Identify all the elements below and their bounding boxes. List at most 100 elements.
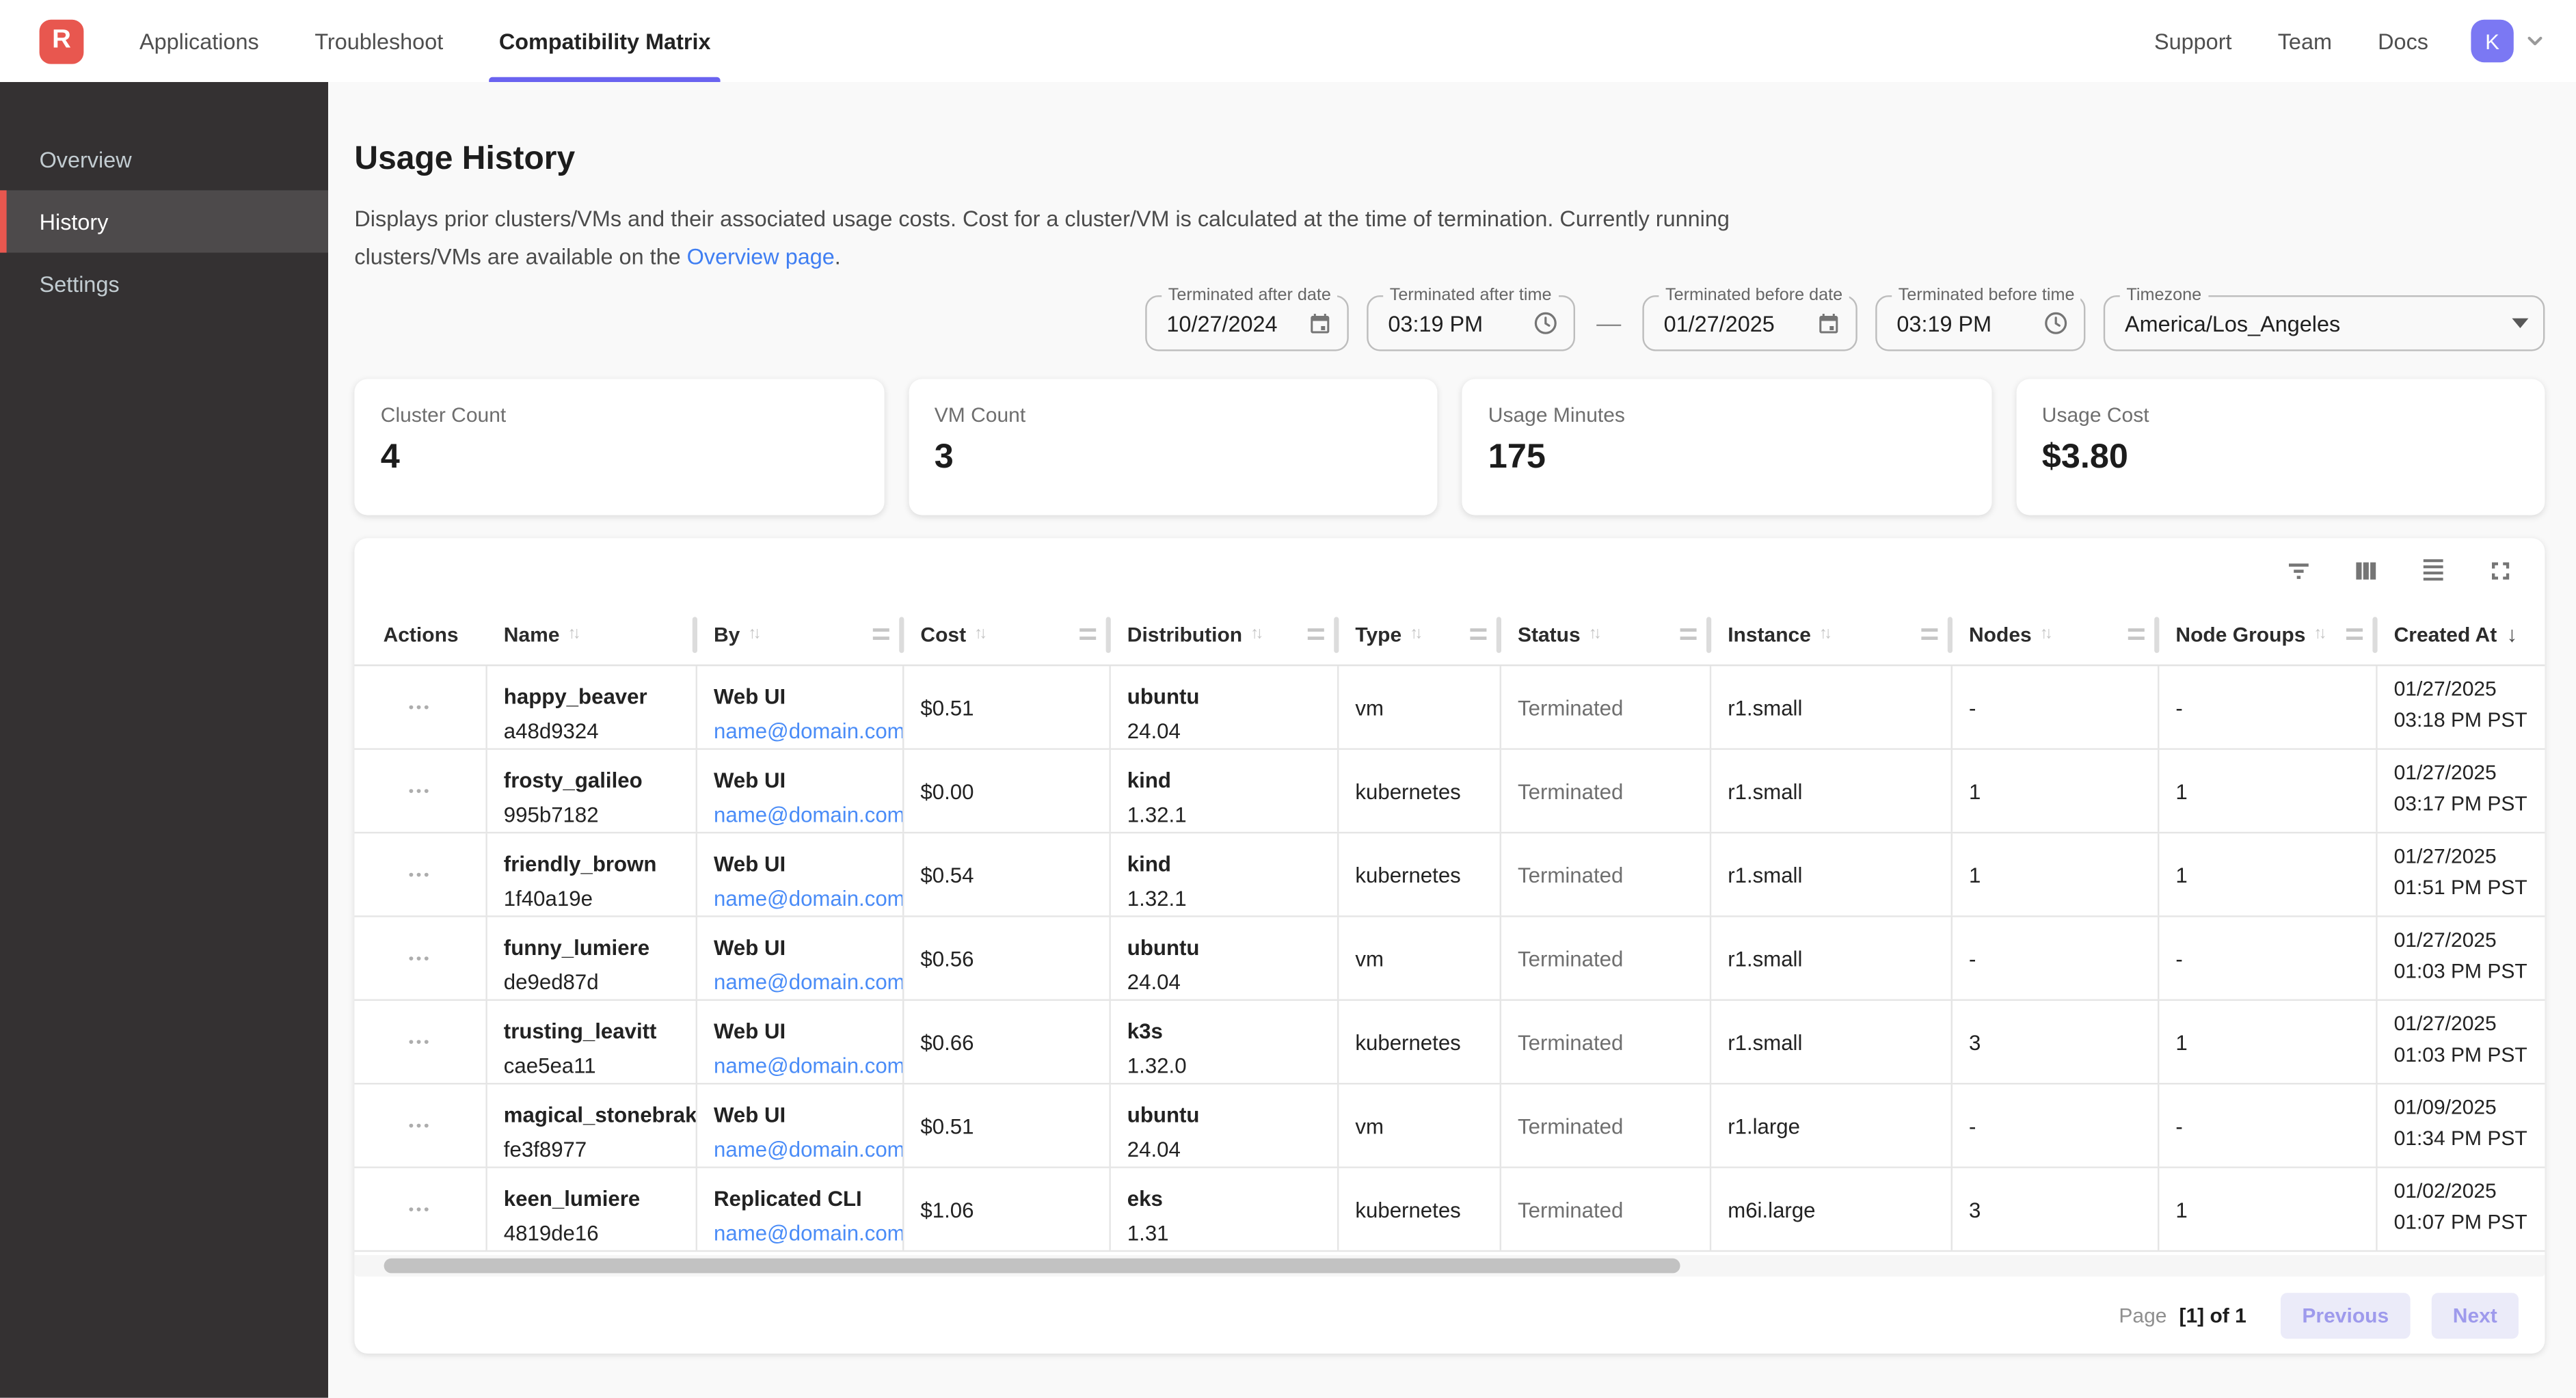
column-menu-icon[interactable] — [2128, 628, 2145, 640]
cell-created-at: 01/27/2025 03:18 PM PST — [2378, 666, 2545, 748]
column-header-name[interactable]: Name↑↓ — [487, 604, 697, 664]
cell-cost: $0.66 — [904, 1001, 1110, 1083]
clock-icon[interactable] — [1533, 310, 1559, 336]
columns-icon[interactable] — [2351, 556, 2380, 586]
chevron-down-icon[interactable] — [2523, 29, 2547, 53]
nav-tab-applications[interactable]: Applications — [139, 0, 259, 82]
sort-icon[interactable]: ↑↓ — [974, 625, 984, 643]
row-actions-button[interactable]: ••• — [409, 1034, 431, 1050]
timezone-value[interactable]: America/Los_Angeles — [2125, 311, 2499, 336]
nav-link-support[interactable]: Support — [2154, 29, 2232, 53]
row-actions-button[interactable]: ••• — [409, 950, 431, 967]
column-menu-icon[interactable] — [1680, 628, 1697, 640]
column-separator[interactable] — [1706, 617, 1711, 653]
created-by-email-link[interactable]: name@domain.com — [714, 881, 893, 915]
sort-icon[interactable]: ↑↓ — [568, 625, 578, 643]
distribution-version: 24.04 — [1127, 965, 1328, 999]
terminated-before-date-field[interactable]: Terminated before date 01/27/2025 — [1642, 295, 1857, 351]
row-actions-button[interactable]: ••• — [409, 1201, 431, 1218]
sidebar-item-overview[interactable]: Overview — [0, 128, 328, 190]
replicated-logo-icon[interactable]: R — [40, 19, 84, 64]
column-separator[interactable] — [1334, 617, 1339, 653]
column-menu-icon[interactable] — [1470, 628, 1486, 640]
sidebar-item-history[interactable]: History — [0, 190, 328, 252]
column-menu-icon[interactable] — [1308, 628, 1324, 640]
column-separator[interactable] — [1106, 617, 1111, 653]
column-header-node-groups[interactable]: Node Groups↑↓ — [2159, 604, 2377, 664]
sort-icon[interactable]: ↑↓ — [1589, 625, 1598, 643]
row-actions-button[interactable]: ••• — [409, 699, 431, 715]
terminated-before-time-value[interactable]: 03:19 PM — [1896, 311, 2032, 336]
nav-link-team[interactable]: Team — [2278, 29, 2332, 53]
terminated-after-time-value[interactable]: 03:19 PM — [1388, 311, 1522, 336]
column-separator[interactable] — [2154, 617, 2159, 653]
column-menu-icon[interactable] — [1921, 628, 1937, 640]
created-by-email-link[interactable]: name@domain.com — [714, 797, 893, 831]
column-menu-icon[interactable] — [1079, 628, 1096, 640]
column-header-status[interactable]: Status↑↓ — [1501, 604, 1711, 664]
calendar-icon[interactable] — [1308, 311, 1332, 336]
cell-distribution: ubuntu 24.04 — [1111, 1084, 1339, 1166]
sort-desc-icon[interactable]: ↓ — [2507, 622, 2518, 647]
sort-icon[interactable]: ↑↓ — [1819, 625, 1829, 643]
column-header-by[interactable]: By↑↓ — [697, 604, 904, 664]
table-row: ••• magical_stonebraker fe3f8977 Web UI … — [354, 1084, 2545, 1168]
column-menu-icon[interactable] — [2346, 628, 2363, 640]
dropdown-caret-icon[interactable] — [2512, 319, 2528, 328]
row-actions-button[interactable]: ••• — [409, 783, 431, 799]
row-actions-button[interactable]: ••• — [409, 1117, 431, 1133]
created-by-email-link[interactable]: name@domain.com — [714, 1215, 893, 1250]
cell-nodes: 3 — [1953, 1001, 2159, 1083]
sort-icon[interactable]: ↑↓ — [1410, 625, 1419, 643]
calendar-icon[interactable] — [1816, 311, 1841, 336]
nav-tab-troubleshoot[interactable]: Troubleshoot — [314, 0, 443, 82]
column-separator[interactable] — [899, 617, 904, 653]
sort-icon[interactable]: ↑↓ — [748, 625, 757, 643]
sort-icon[interactable]: ↑↓ — [2040, 625, 2050, 643]
column-header-type[interactable]: Type↑↓ — [1339, 604, 1501, 664]
created-by-email-link[interactable]: name@domain.com — [714, 965, 893, 999]
nav-link-docs[interactable]: Docs — [2378, 29, 2428, 53]
sort-icon[interactable]: ↑↓ — [2313, 625, 2323, 643]
clock-icon[interactable] — [2043, 310, 2069, 336]
terminated-after-date-field[interactable]: Terminated after date 10/27/2024 — [1145, 295, 1349, 351]
fullscreen-icon[interactable] — [2486, 556, 2515, 586]
column-separator[interactable] — [1497, 617, 1501, 653]
previous-button[interactable]: Previous — [2281, 1293, 2410, 1339]
cell-nodes: - — [1953, 1084, 2159, 1166]
cell-name: friendly_brown 1f40a19e — [487, 833, 697, 915]
density-icon[interactable] — [2419, 556, 2448, 586]
cell-status: Terminated — [1501, 1001, 1711, 1083]
sidebar-item-settings[interactable]: Settings — [0, 253, 328, 315]
terminated-before-date-value[interactable]: 01/27/2025 — [1664, 311, 1807, 336]
filter-icon[interactable] — [2284, 556, 2313, 586]
column-header-instance[interactable]: Instance↑↓ — [1711, 604, 1953, 664]
sort-icon[interactable]: ↑↓ — [1250, 625, 1260, 643]
row-actions-button[interactable]: ••• — [409, 866, 431, 883]
cell-instance: m6i.large — [1711, 1168, 1953, 1250]
column-menu-icon[interactable] — [873, 628, 889, 640]
created-time: 01:34 PM PST — [2394, 1124, 2535, 1155]
cluster-name: happy_beaver — [504, 680, 686, 714]
terminated-after-time-field[interactable]: Terminated after time 03:19 PM — [1367, 295, 1575, 351]
overview-page-link[interactable]: Overview page — [687, 245, 835, 269]
created-by-email-link[interactable]: name@domain.com — [714, 1132, 893, 1166]
column-separator[interactable] — [1948, 617, 1953, 653]
terminated-before-time-field[interactable]: Terminated before time 03:19 PM — [1875, 295, 2085, 351]
scrollbar-thumb[interactable] — [384, 1259, 1680, 1274]
column-separator[interactable] — [693, 617, 697, 653]
column-header-created-at[interactable]: Created At↓ — [2378, 604, 2545, 664]
created-by-source: Web UI — [714, 846, 893, 881]
column-header-distribution[interactable]: Distribution↑↓ — [1111, 604, 1339, 664]
timezone-select[interactable]: Timezone America/Los_Angeles — [2104, 295, 2545, 351]
created-by-email-link[interactable]: name@domain.com — [714, 714, 893, 748]
created-by-email-link[interactable]: name@domain.com — [714, 1049, 893, 1083]
column-header-cost[interactable]: Cost↑↓ — [904, 604, 1110, 664]
column-separator[interactable] — [2372, 617, 2377, 653]
nav-tab-compatibility-matrix[interactable]: Compatibility Matrix — [499, 0, 711, 82]
next-button[interactable]: Next — [2432, 1293, 2519, 1339]
column-header-actions[interactable]: Actions — [354, 604, 487, 664]
avatar[interactable]: K — [2471, 20, 2513, 62]
terminated-after-date-value[interactable]: 10/27/2024 — [1166, 311, 1298, 336]
column-header-nodes[interactable]: Nodes↑↓ — [1953, 604, 2159, 664]
